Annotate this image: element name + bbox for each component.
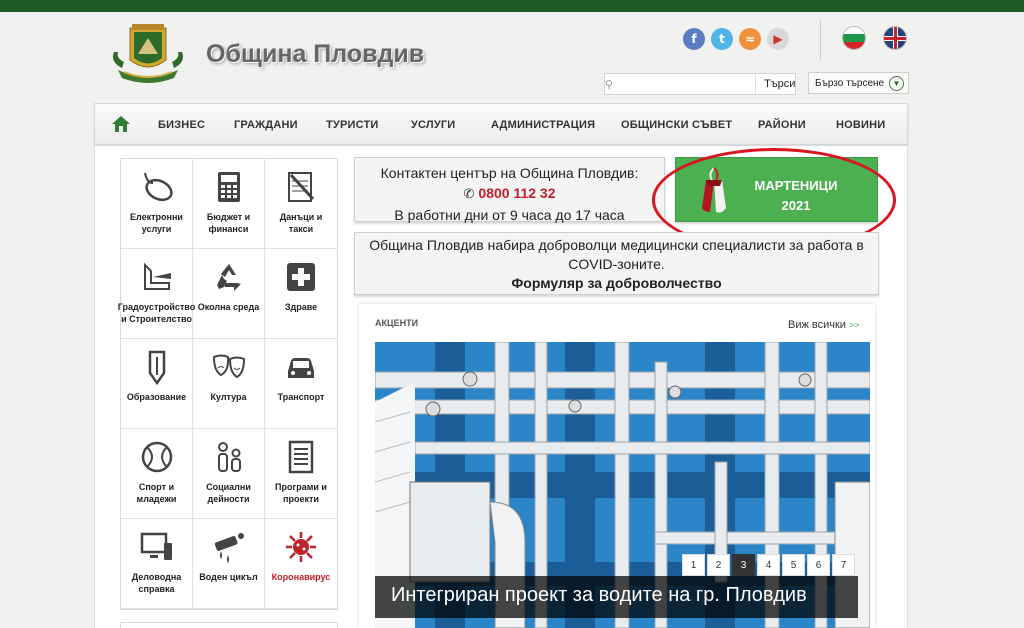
service-health[interactable]: Здраве (265, 249, 337, 339)
nav-item-tourists[interactable]: ТУРИСТИ (326, 119, 379, 131)
service-water-cycle[interactable]: Воден цикъл (193, 519, 265, 609)
volunteer-notice[interactable]: Община Пловдив набира доброволци медицин… (354, 232, 879, 295)
ball-icon (141, 441, 172, 473)
rss-icon[interactable]: ≈ (739, 28, 761, 50)
contact-hours: В работни дни от 9 часа до 17 часа (394, 207, 625, 223)
slide-pager: 1 2 3 4 5 6 7 (682, 554, 855, 576)
recycle-icon (216, 264, 241, 291)
search-icon: ⚲ (605, 78, 614, 91)
car-icon (288, 358, 314, 378)
chevron-down-icon: ▼ (889, 75, 904, 91)
coat-of-arms-logo[interactable] (108, 22, 188, 86)
mouse-icon (143, 172, 173, 202)
social-links: f t ≈ ▶ (683, 28, 789, 50)
service-urban-planning[interactable]: Градоустройство и Строителство (118, 249, 195, 339)
virus-icon (286, 532, 316, 562)
english-flag-icon[interactable] (883, 26, 907, 50)
facebook-icon[interactable]: f (683, 28, 705, 50)
service-taxes[interactable]: Данъци и такси (265, 159, 337, 249)
document-icon (288, 440, 314, 474)
service-sport[interactable]: Спорт и младежи (121, 429, 193, 519)
twitter-icon[interactable]: t (711, 28, 733, 50)
pager-page-1[interactable]: 1 (682, 554, 705, 576)
health-cross-icon (287, 263, 315, 291)
quick-search-label: Бързо търсене (815, 77, 885, 89)
pager-page-2[interactable]: 2 (707, 554, 730, 576)
quick-search-dropdown[interactable]: Бързо търсене ▼ (808, 72, 909, 94)
pager-page-5[interactable]: 5 (782, 554, 805, 576)
site-title[interactable]: Община Пловдив (206, 40, 424, 69)
view-all-link[interactable]: Виж всички >> (788, 319, 860, 331)
water-pipe-icon (214, 533, 244, 563)
services-grid: Електронни услуги Бюджет и финанси Данъц… (118, 158, 338, 610)
nav-item-districts[interactable]: РАЙОНИ (758, 119, 806, 131)
service-education[interactable]: Образование (121, 339, 193, 429)
contact-heading: Контактен център на Община Пловдив: (380, 165, 639, 181)
service-transport[interactable]: Транспорт (265, 339, 337, 429)
contact-center-box[interactable]: Контактен център на Община Пловдив: ✆ 080… (354, 157, 665, 223)
service-coronavirus[interactable]: Коронавирус (265, 519, 337, 609)
contact-phone-line: ✆ 0800 112 32 (355, 183, 664, 205)
nav-item-municipal-council[interactable]: ОБЩИНСКИ СЪВЕТ (621, 119, 732, 131)
computer-icon (140, 532, 172, 560)
service-culture[interactable]: Култура (193, 339, 265, 429)
volunteer-text: Община Пловдив набира доброволци медицин… (369, 237, 864, 272)
search-input[interactable] (613, 74, 756, 94)
nav-item-business[interactable]: БИЗНЕС (158, 119, 205, 131)
service-social[interactable]: Социални дейности (193, 429, 265, 519)
ruler-icon (143, 262, 171, 290)
pager-page-4[interactable]: 4 (757, 554, 780, 576)
home-icon[interactable] (111, 115, 131, 133)
calculator-icon (217, 172, 240, 202)
service-budget[interactable]: Бюджет и финанси (193, 159, 265, 249)
pager-page-7[interactable]: 7 (832, 554, 855, 576)
service-records[interactable]: Деловодна справка (121, 519, 193, 609)
service-programs[interactable]: Програми и проекти (265, 429, 337, 519)
header-divider (820, 20, 821, 60)
nav-item-services[interactable]: УСЛУГИ (411, 119, 455, 131)
youtube-icon[interactable]: ▶ (767, 28, 789, 50)
bulgarian-flag-icon[interactable] (842, 26, 866, 50)
phone-icon: ✆ (463, 187, 475, 202)
next-block-edge (120, 622, 338, 628)
people-icon (217, 442, 241, 472)
highlights-title: АКЦЕНТИ (375, 318, 419, 328)
slide-caption[interactable]: Интегриран проект за водите на гр. Пловд… (375, 576, 858, 618)
service-e-services[interactable]: Електронни услуги (121, 159, 193, 249)
search-box: ⚲ Търси (604, 73, 796, 95)
contact-phone[interactable]: 0800 112 32 (478, 185, 555, 201)
nav-item-citizens[interactable]: ГРАЖДАНИ (234, 119, 298, 131)
pager-page-6[interactable]: 6 (807, 554, 830, 576)
nav-item-administration[interactable]: АДМИНИСТРАЦИЯ (491, 119, 595, 131)
pager-page-3[interactable]: 3 (732, 554, 755, 576)
main-navigation: БИЗНЕС ГРАЖДАНИ ТУРИСТИ УСЛУГИ АДМИНИСТР… (94, 103, 908, 145)
service-environment[interactable]: Околна среда (193, 249, 265, 339)
top-bar (0, 0, 1024, 12)
nav-item-news[interactable]: НОВИНИ (836, 119, 885, 131)
theater-masks-icon (212, 354, 245, 379)
double-arrow-icon: >> (849, 320, 860, 330)
notepad-pencil-icon (288, 172, 315, 202)
search-button[interactable]: Търси (755, 74, 805, 94)
volunteer-form-link[interactable]: Формуляр за доброволчество (355, 274, 878, 293)
pencil-icon (148, 350, 165, 385)
